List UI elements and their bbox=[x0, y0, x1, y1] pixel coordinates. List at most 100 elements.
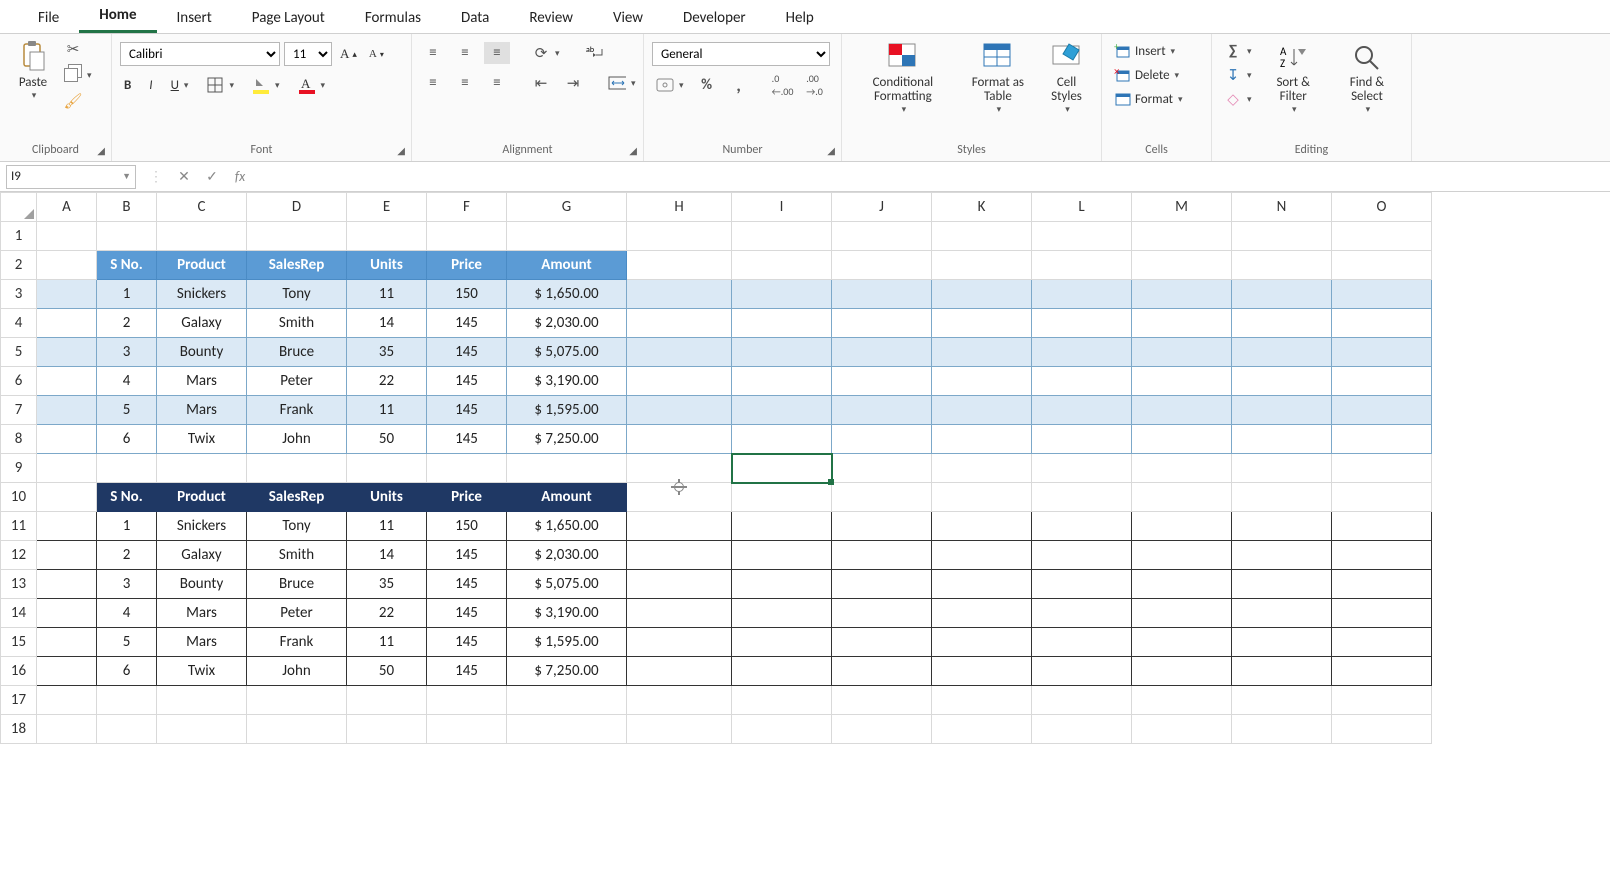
tab-developer[interactable]: Developer bbox=[663, 3, 766, 33]
row-header-12[interactable]: 12 bbox=[1, 541, 37, 570]
cell-H17[interactable] bbox=[627, 686, 732, 715]
col-header-A[interactable]: A bbox=[37, 193, 97, 222]
fill-button[interactable]: ↧ bbox=[1220, 64, 1256, 86]
cell-N11[interactable] bbox=[1232, 512, 1332, 541]
cell-A3[interactable] bbox=[37, 280, 97, 309]
cell-D17[interactable] bbox=[247, 686, 347, 715]
wrap-text-button[interactable]: ab bbox=[582, 42, 608, 64]
cell-B17[interactable] bbox=[97, 686, 157, 715]
cell-B8[interactable]: 6 bbox=[97, 425, 157, 454]
cell-I15[interactable] bbox=[732, 628, 832, 657]
cell-J1[interactable] bbox=[832, 222, 932, 251]
cell-I7[interactable] bbox=[732, 396, 832, 425]
conditional-formatting-button[interactable]: Conditional Formatting bbox=[850, 38, 956, 117]
row-header-8[interactable]: 8 bbox=[1, 425, 37, 454]
decrease-font-button[interactable]: A▾ bbox=[365, 46, 388, 62]
cell-O1[interactable] bbox=[1332, 222, 1432, 251]
tab-file[interactable]: File bbox=[18, 3, 79, 33]
cell-A16[interactable] bbox=[37, 657, 97, 686]
cell-J3[interactable] bbox=[832, 280, 932, 309]
col-header-I[interactable]: I bbox=[732, 193, 832, 222]
cell-M12[interactable] bbox=[1132, 541, 1232, 570]
cell-E5[interactable]: 35 bbox=[347, 338, 427, 367]
cell-C7[interactable]: Mars bbox=[157, 396, 247, 425]
cell-L2[interactable] bbox=[1032, 251, 1132, 280]
copy-button[interactable] bbox=[60, 64, 96, 86]
cell-G12[interactable]: $ 2,030.00 bbox=[507, 541, 627, 570]
cell-J18[interactable] bbox=[832, 715, 932, 744]
cell-J4[interactable] bbox=[832, 309, 932, 338]
format-cells-button[interactable]: Format bbox=[1110, 88, 1187, 110]
cell-M8[interactable] bbox=[1132, 425, 1232, 454]
cell-I17[interactable] bbox=[732, 686, 832, 715]
cell-E11[interactable]: 11 bbox=[347, 512, 427, 541]
cell-E16[interactable]: 50 bbox=[347, 657, 427, 686]
cell-L1[interactable] bbox=[1032, 222, 1132, 251]
cell-O15[interactable] bbox=[1332, 628, 1432, 657]
cell-B2[interactable]: S No. bbox=[97, 251, 157, 280]
cell-J16[interactable] bbox=[832, 657, 932, 686]
cell-H12[interactable] bbox=[627, 541, 732, 570]
cell-H13[interactable] bbox=[627, 570, 732, 599]
cell-I3[interactable] bbox=[732, 280, 832, 309]
cell-L5[interactable] bbox=[1032, 338, 1132, 367]
row-header-13[interactable]: 13 bbox=[1, 570, 37, 599]
cell-C10[interactable]: Product bbox=[157, 483, 247, 512]
cell-E13[interactable]: 35 bbox=[347, 570, 427, 599]
cell-B10[interactable]: S No. bbox=[97, 483, 157, 512]
format-painter-button[interactable]: 🖌 bbox=[60, 90, 96, 112]
col-header-K[interactable]: K bbox=[932, 193, 1032, 222]
cell-K4[interactable] bbox=[932, 309, 1032, 338]
cell-K11[interactable] bbox=[932, 512, 1032, 541]
cell-C5[interactable]: Bounty bbox=[157, 338, 247, 367]
cell-H11[interactable] bbox=[627, 512, 732, 541]
cell-N2[interactable] bbox=[1232, 251, 1332, 280]
cell-J13[interactable] bbox=[832, 570, 932, 599]
cell-F7[interactable]: 145 bbox=[427, 396, 507, 425]
cell-O11[interactable] bbox=[1332, 512, 1432, 541]
cell-D5[interactable]: Bruce bbox=[247, 338, 347, 367]
cell-C9[interactable] bbox=[157, 454, 247, 483]
cell-A10[interactable] bbox=[37, 483, 97, 512]
row-header-2[interactable]: 2 bbox=[1, 251, 37, 280]
cell-M11[interactable] bbox=[1132, 512, 1232, 541]
cell-K16[interactable] bbox=[932, 657, 1032, 686]
cell-E18[interactable] bbox=[347, 715, 427, 744]
cell-J2[interactable] bbox=[832, 251, 932, 280]
cell-D3[interactable]: Tony bbox=[247, 280, 347, 309]
cell-G10[interactable]: Amount bbox=[507, 483, 627, 512]
cell-G3[interactable]: $ 1,650.00 bbox=[507, 280, 627, 309]
cell-K10[interactable] bbox=[932, 483, 1032, 512]
cell-B18[interactable] bbox=[97, 715, 157, 744]
cell-H3[interactable] bbox=[627, 280, 732, 309]
cell-A9[interactable] bbox=[37, 454, 97, 483]
cell-D16[interactable]: John bbox=[247, 657, 347, 686]
cell-L17[interactable] bbox=[1032, 686, 1132, 715]
cell-A12[interactable] bbox=[37, 541, 97, 570]
cell-I12[interactable] bbox=[732, 541, 832, 570]
cell-F10[interactable]: Price bbox=[427, 483, 507, 512]
cell-G9[interactable] bbox=[507, 454, 627, 483]
cell-M14[interactable] bbox=[1132, 599, 1232, 628]
fill-color-button[interactable] bbox=[248, 74, 284, 96]
cell-H7[interactable] bbox=[627, 396, 732, 425]
col-header-D[interactable]: D bbox=[247, 193, 347, 222]
accounting-format-button[interactable] bbox=[652, 74, 688, 96]
cell-O18[interactable] bbox=[1332, 715, 1432, 744]
cell-B5[interactable]: 3 bbox=[97, 338, 157, 367]
cell-G5[interactable]: $ 5,075.00 bbox=[507, 338, 627, 367]
cell-I18[interactable] bbox=[732, 715, 832, 744]
number-format-combo[interactable]: General bbox=[652, 42, 830, 66]
cell-N9[interactable] bbox=[1232, 454, 1332, 483]
cell-N15[interactable] bbox=[1232, 628, 1332, 657]
tab-data[interactable]: Data bbox=[441, 3, 509, 33]
cut-button[interactable]: ✂ bbox=[60, 38, 96, 60]
align-middle-button[interactable]: ≡ bbox=[452, 42, 478, 64]
italic-button[interactable]: I bbox=[145, 76, 156, 95]
cell-E17[interactable] bbox=[347, 686, 427, 715]
cell-D14[interactable]: Peter bbox=[247, 599, 347, 628]
cell-I5[interactable] bbox=[732, 338, 832, 367]
cell-E3[interactable]: 11 bbox=[347, 280, 427, 309]
paste-button[interactable]: Paste bbox=[8, 38, 58, 103]
cell-M18[interactable] bbox=[1132, 715, 1232, 744]
